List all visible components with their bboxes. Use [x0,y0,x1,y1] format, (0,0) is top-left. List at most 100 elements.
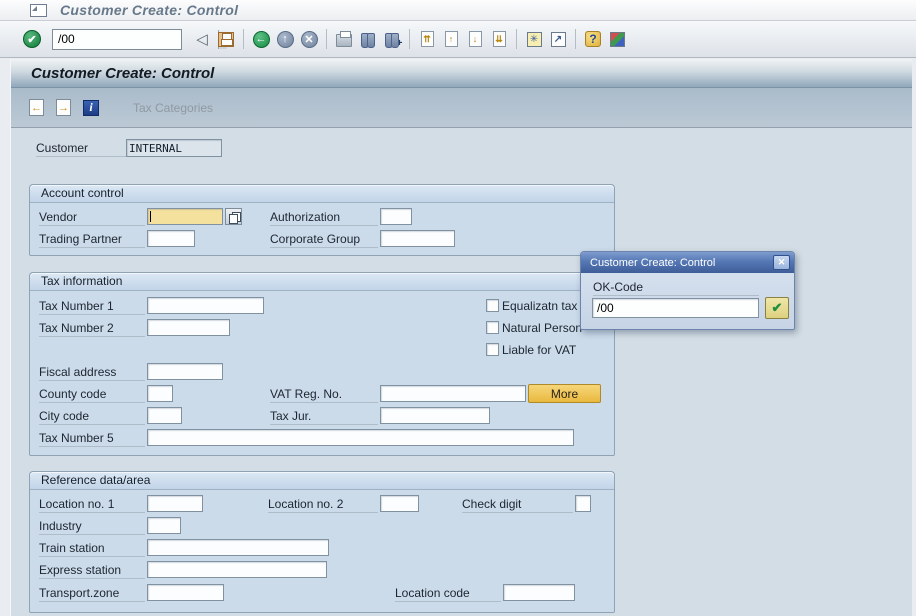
location-no-1-label: Location no. 1 [39,496,145,513]
dialog-title: Customer Create: Control [590,257,715,269]
equalizatn-tax-checkbox[interactable] [486,299,499,312]
print-icon [336,34,352,47]
previous-page-button[interactable]: ↑ [441,28,461,50]
dialog-close-button[interactable]: ✕ [773,255,790,270]
tax-number-1-field[interactable] [147,297,264,314]
train-station-label: Train station [39,540,145,557]
corporate-group-field[interactable] [380,230,455,247]
cancel-button[interactable]: ✕ [299,28,319,50]
customer-field[interactable] [126,139,222,157]
information-button[interactable]: i [79,97,103,119]
window-system-menu-icon[interactable] [30,4,47,17]
dialog-body: OK-Code ✔ [581,273,794,330]
reference-data-header: Reference data/area [30,472,614,490]
tax-number-5-label: Tax Number 5 [39,430,145,447]
find-next-button[interactable]: + [382,28,402,50]
vendor-search-help-button[interactable] [225,208,242,225]
help-icon: ? [585,31,601,47]
corporate-group-label: Corporate Group [270,231,378,248]
express-station-field[interactable] [147,561,327,578]
screen-titlebar: Customer Create: Control [11,59,912,88]
tax-jur-label: Tax Jur. [270,408,378,425]
trading-partner-field[interactable] [147,230,195,247]
location-code-label: Location code [395,585,501,602]
back-triangle-button[interactable]: ◁ [192,28,212,50]
toolbar-separator [575,29,576,49]
window-title: Customer Create: Control [60,2,238,18]
fiscal-address-field[interactable] [147,363,223,380]
find-button[interactable] [358,28,378,50]
county-code-label: County code [39,386,145,403]
fiscal-address-label: Fiscal address [39,364,145,381]
next-page-button[interactable]: ↓ [465,28,485,50]
find-next-plus-icon: + [397,38,403,49]
find-icon [361,32,376,47]
create-shortcut-button[interactable]: ↗ [548,28,568,50]
exit-icon: ↑ [277,31,294,48]
train-station-field[interactable] [147,539,329,556]
help-button[interactable]: ? [583,28,603,50]
express-station-label: Express station [39,562,145,579]
print-button[interactable] [334,28,354,50]
authorization-field[interactable] [380,208,412,225]
industry-label: Industry [39,518,145,535]
enter-button[interactable]: ✔ [22,28,42,50]
location-code-field[interactable] [503,584,575,601]
text-cursor [150,211,151,222]
new-session-icon: ✳ [527,32,542,47]
back-icon: ← [253,31,270,48]
customize-layout-button[interactable] [607,28,627,50]
next-screen-button[interactable]: → [52,97,75,119]
save-button[interactable] [216,28,236,50]
sap-gui-window: Customer Create: Control ✔ ▼ ◁ ← ↑ ✕ [0,0,916,616]
vendor-field[interactable] [147,208,223,225]
tax-information-header: Tax information [30,273,614,291]
exit-button[interactable]: ↑ [275,28,295,50]
command-field[interactable]: ▼ [52,29,182,50]
location-no-2-field[interactable] [380,495,419,512]
previous-screen-icon: ← [29,99,44,116]
tax-number-2-field[interactable] [147,319,230,336]
enter-check-icon: ✔ [23,30,41,48]
authorization-label: Authorization [270,209,378,226]
new-session-button[interactable]: ✳ [524,28,544,50]
tax-jur-field[interactable] [380,407,490,424]
account-control-group: Account control Vendor Authorization Tra… [29,184,615,256]
next-screen-icon: → [56,99,71,116]
first-page-button[interactable]: ⇈ [417,28,437,50]
cancel-icon: ✕ [301,31,318,48]
tax-number-1-label: Tax Number 1 [39,298,145,315]
tax-number-5-field[interactable] [147,429,574,446]
vendor-label: Vendor [39,209,145,226]
ok-code-input[interactable] [592,298,759,318]
close-icon: ✕ [778,257,786,268]
previous-screen-button[interactable]: ← [25,97,48,119]
location-no-1-field[interactable] [147,495,203,512]
transport-zone-field[interactable] [147,584,224,601]
dialog-continue-button[interactable]: ✔ [765,297,789,319]
continue-check-icon: ✔ [772,300,783,316]
check-digit-label: Check digit [462,496,573,513]
transport-zone-label: Transport.zone [39,585,145,602]
screen-title: Customer Create: Control [31,65,214,82]
customer-label: Customer [36,140,126,157]
location-no-2-label: Location no. 2 [268,496,378,513]
toolbar-separator [326,29,327,49]
customize-layout-icon [610,32,625,47]
dialog-titlebar[interactable]: Customer Create: Control ✕ [581,252,794,273]
check-digit-field[interactable] [575,495,591,512]
city-code-field[interactable] [147,407,182,424]
county-code-field[interactable] [147,385,173,402]
window-titlebar: Customer Create: Control [0,0,916,21]
screen-area: Customer Create: Control ← → i Tax Categ… [10,59,912,616]
previous-page-icon: ↑ [445,31,458,47]
more-button[interactable]: More [528,384,601,403]
save-icon [218,32,234,47]
vat-reg-no-field[interactable] [380,385,526,402]
liable-for-vat-checkbox[interactable] [486,343,499,356]
last-page-button[interactable]: ⇊ [489,28,509,50]
industry-field[interactable] [147,517,181,534]
back-button[interactable]: ← [251,28,271,50]
natural-person-checkbox[interactable] [486,321,499,334]
application-toolbar: ← → i Tax Categories [11,88,912,128]
